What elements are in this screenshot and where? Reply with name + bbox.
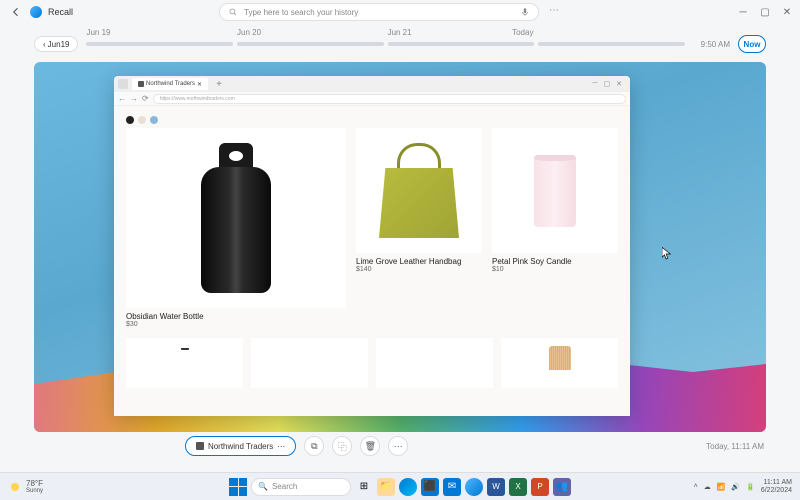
sun-icon (8, 480, 22, 494)
browser-toolbar: ← → ⟳ https://www.northwindtraders.com (114, 92, 630, 106)
new-tab-button[interactable]: + (212, 79, 226, 90)
store-icon[interactable]: ⬛ (421, 478, 439, 496)
weather-widget[interactable]: 78°FSunny (8, 479, 43, 494)
now-button[interactable]: Now (738, 35, 766, 53)
timeline-time: 9:50 AM (701, 40, 730, 49)
recall-icon[interactable] (465, 478, 483, 496)
product-row-2 (126, 338, 618, 388)
browser-forward-icon[interactable]: → (130, 94, 138, 103)
browser-back-icon[interactable]: ← (118, 94, 126, 103)
window-controls: ─ ▢ ✕ (738, 7, 792, 17)
product-thumb[interactable] (126, 338, 243, 388)
search-input[interactable]: Type here to search your history (219, 3, 539, 21)
extract-text-button[interactable]: ⧉ (304, 436, 324, 456)
wifi-icon[interactable]: 📶 (717, 483, 726, 491)
profile-icon[interactable] (118, 79, 128, 89)
address-bar[interactable]: https://www.northwindtraders.com (153, 94, 626, 104)
minimize-button[interactable]: ─ (738, 7, 748, 17)
app-name: Recall (48, 7, 73, 17)
browser-close[interactable]: ✕ (616, 80, 622, 88)
timeline-back-button[interactable]: ‹ Jun19 (34, 36, 78, 52)
system-tray[interactable]: ˄ ☁ 📶 🔊 🔋 11:11 AM6/22/2024 (694, 479, 792, 494)
snapshot-timestamp: Today, 11:11 AM (706, 442, 764, 451)
taskbar: 78°FSunny 🔍 Search ⊞ 📁 ⬛ ✉ W X P 👥 ˄ ☁ 📶… (0, 472, 800, 500)
recall-app-icon (30, 6, 42, 18)
product-thumb[interactable] (501, 338, 618, 388)
microphone-icon[interactable] (520, 7, 530, 17)
maximize-button[interactable]: ▢ (760, 7, 770, 17)
product-card[interactable]: Obsidian Water Bottle $30 (126, 128, 346, 328)
powerpoint-icon[interactable]: P (531, 478, 549, 496)
browser-minimize[interactable]: ─ (593, 80, 598, 88)
timeline-track[interactable]: Jun 19 Jun 20 Jun 21 Today (86, 42, 684, 46)
candle-image (534, 155, 576, 227)
timeline: ‹ Jun19 Jun 19 Jun 20 Jun 21 Today 9:50 … (0, 30, 800, 58)
product-thumb[interactable] (251, 338, 368, 388)
bottle-image (191, 143, 281, 293)
swatch-cream[interactable] (138, 116, 146, 124)
snapshot-app-pill[interactable]: Northwind Traders ⋯ (185, 436, 296, 456)
explorer-icon[interactable]: 📁 (377, 478, 395, 496)
copy-button[interactable]: ⿻ (332, 436, 352, 456)
more-icon[interactable]: ⋯ (549, 5, 563, 19)
close-button[interactable]: ✕ (782, 7, 792, 17)
task-view-icon[interactable]: ⊞ (355, 478, 373, 496)
browser-tab[interactable]: Northwind Traders ✕ (132, 78, 208, 90)
browser-maximize[interactable]: ▢ (604, 80, 611, 88)
more-button[interactable]: ⋯ (388, 436, 408, 456)
bag-image (379, 143, 459, 238)
snapshot-toolbar: Northwind Traders ⋯ ⧉ ⿻ 🗑 ⋯ Today, 11:11… (0, 434, 800, 458)
volume-icon[interactable]: 🔊 (731, 483, 740, 491)
browser-refresh-icon[interactable]: ⟳ (142, 94, 149, 103)
word-icon[interactable]: W (487, 478, 505, 496)
swatch-black[interactable] (126, 116, 134, 124)
clock[interactable]: 11:11 AM6/22/2024 (761, 479, 792, 494)
start-button[interactable] (229, 478, 247, 496)
browser-tabbar: Northwind Traders ✕ + ─ ▢ ✕ (114, 76, 630, 92)
product-card[interactable]: Petal Pink Soy Candle $10 (492, 128, 618, 328)
excel-icon[interactable]: X (509, 478, 527, 496)
search-icon (228, 7, 238, 17)
outlook-icon[interactable]: ✉ (443, 478, 461, 496)
color-swatches (126, 116, 618, 124)
battery-icon[interactable]: 🔋 (746, 483, 755, 491)
cloud-icon[interactable]: ☁ (704, 483, 711, 491)
product-thumb[interactable] (376, 338, 493, 388)
teams-icon[interactable]: 👥 (553, 478, 571, 496)
search-placeholder: Type here to search your history (244, 8, 514, 17)
titlebar: Recall Type here to search your history … (0, 0, 800, 24)
snapshot-viewport: Northwind Traders ✕ + ─ ▢ ✕ ← → ⟳ https://ww… (34, 62, 766, 432)
browser-window: Northwind Traders ✕ + ─ ▢ ✕ ← → ⟳ https://ww… (114, 76, 630, 416)
swatch-blue[interactable] (150, 116, 158, 124)
taskbar-search[interactable]: 🔍 Search (251, 478, 351, 496)
chevron-up-icon[interactable]: ˄ (694, 483, 698, 490)
back-button[interactable] (8, 4, 24, 20)
edge-icon[interactable] (399, 478, 417, 496)
product-card[interactable]: Lime Grove Leather Handbag $140 (356, 128, 482, 328)
page-content: Obsidian Water Bottle $30 Lime Grove Lea… (114, 106, 630, 416)
delete-button[interactable]: 🗑 (360, 436, 380, 456)
